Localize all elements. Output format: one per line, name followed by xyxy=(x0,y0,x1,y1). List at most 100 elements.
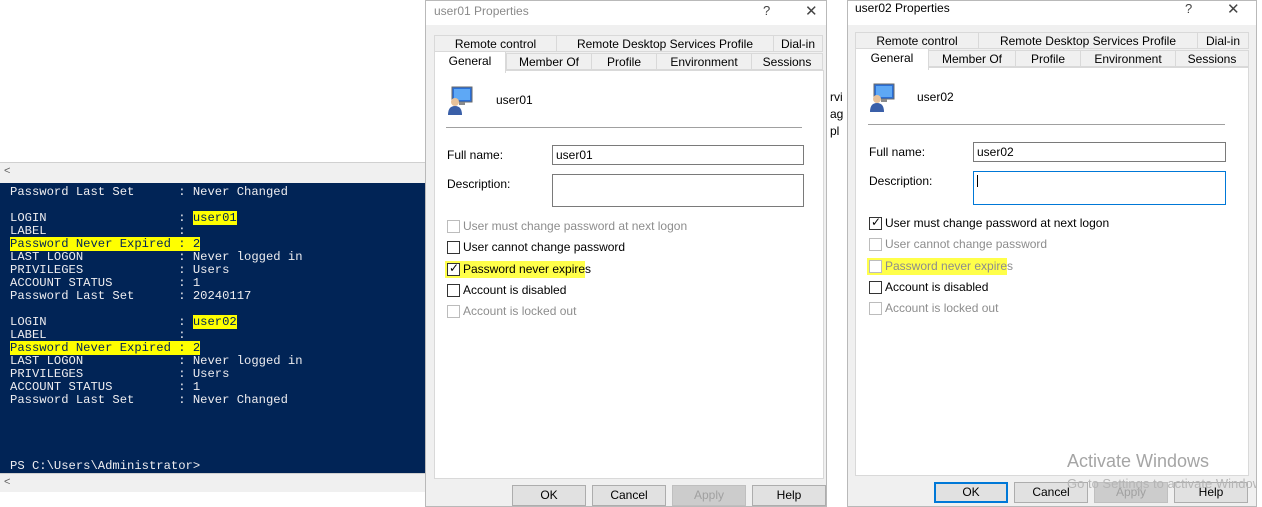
tab-remote-desktop-services-profile[interactable]: Remote Desktop Services Profile xyxy=(978,32,1198,49)
must-change-password-checkbox[interactable]: ✓ xyxy=(869,215,882,230)
tab-profile[interactable]: Profile xyxy=(591,53,657,70)
account-locked-out-label: Account is locked out xyxy=(885,301,999,315)
account-locked-out-checkbox[interactable] xyxy=(869,302,882,315)
text-fragment: pl xyxy=(830,124,840,138)
console-line-text: Password Last Set : Never Changed xyxy=(10,393,288,407)
tab-dial-in[interactable]: Dial-in xyxy=(773,35,823,52)
cannot-change-password-checkbox[interactable] xyxy=(447,241,460,254)
tab-remote-desktop-services-profile[interactable]: Remote Desktop Services Profile xyxy=(556,35,774,52)
separator xyxy=(868,124,1225,125)
tab-member-of[interactable]: Member Of xyxy=(506,53,592,70)
full-name-input[interactable] xyxy=(552,145,804,165)
powershell-console[interactable]: Password Last Set : Never Changed LOGIN :… xyxy=(0,183,425,473)
text-fragment: ag xyxy=(830,107,844,121)
close-icon[interactable]: ✕ xyxy=(1227,0,1240,18)
close-icon[interactable]: ✕ xyxy=(805,2,818,20)
background-horizontal-scrollbar[interactable]: < xyxy=(0,162,425,183)
password-never-expires-checkbox[interactable]: ✓ xyxy=(447,261,460,276)
ok-button[interactable]: OK xyxy=(512,485,586,506)
console-line-text: PRIVILEGES : Users xyxy=(10,367,230,381)
user-icon xyxy=(870,83,895,112)
user02-properties-dialog: user02 Properties ? ✕ Remote control Rem… xyxy=(847,0,1257,507)
console-prompt[interactable]: PS C:\Users\Administrator> xyxy=(10,460,200,473)
cannot-change-password-checkbox[interactable] xyxy=(869,238,882,251)
console-line-text: LAST LOGON : Never logged in xyxy=(10,354,303,368)
user-display-name: user02 xyxy=(917,90,954,104)
checkmark-icon: ✓ xyxy=(449,261,460,275)
tab-environment[interactable]: Environment xyxy=(1080,50,1176,67)
console-line-text: LABEL : xyxy=(10,328,186,342)
dialog-title: user01 Properties xyxy=(434,4,529,18)
console-line-text: LOGIN : xyxy=(10,315,193,329)
tab-general[interactable]: General xyxy=(434,51,506,73)
checkmark-icon: ✓ xyxy=(871,215,882,229)
console-line-text: ACCOUNT STATUS : 1 xyxy=(10,380,201,394)
must-change-password-checkbox[interactable] xyxy=(447,220,460,233)
tab-remote-control[interactable]: Remote control xyxy=(855,32,979,49)
tab-general[interactable]: General xyxy=(855,48,929,70)
separator xyxy=(446,127,802,128)
help-button[interactable]: Help xyxy=(752,485,826,506)
description-input[interactable] xyxy=(973,171,1226,205)
user-display-name: user01 xyxy=(496,93,533,107)
underlying-window-fragment: rvi ag pl xyxy=(826,0,848,507)
cannot-change-password-label: User cannot change password xyxy=(463,240,626,254)
account-disabled-label: Account is disabled xyxy=(885,280,989,294)
account-locked-out-label: Account is locked out xyxy=(463,304,577,318)
scroll-left-icon[interactable]: < xyxy=(4,165,10,177)
dialog-title-bar[interactable]: user02 Properties ? ✕ xyxy=(848,1,1256,25)
account-locked-out-checkbox[interactable] xyxy=(447,305,460,318)
dialog-title-bar[interactable]: user01 Properties ? ✕ xyxy=(426,1,826,25)
activate-windows-watermark: Activate Windows xyxy=(1067,451,1210,471)
activate-windows-subtitle: Go to Settings to activate Windows. xyxy=(1067,476,1257,491)
console-line-text: LAST LOGON : Never logged in xyxy=(10,250,303,264)
description-label: Description: xyxy=(447,177,511,191)
console-line-text: Password Last Set : Never Changed xyxy=(10,185,288,199)
console-line-text: Password Never Expired : 2 xyxy=(10,237,201,251)
tab-sessions[interactable]: Sessions xyxy=(751,53,823,70)
help-icon[interactable]: ? xyxy=(1185,1,1192,16)
tab-sessions[interactable]: Sessions xyxy=(1175,50,1249,67)
console-line-text: Password Never Expired : 2 xyxy=(10,341,201,355)
must-change-password-label: User must change password at next logon xyxy=(885,216,1110,230)
screen-edge xyxy=(1257,0,1262,507)
password-never-expires-label: Password never expires xyxy=(463,262,592,276)
full-name-label: Full name: xyxy=(447,148,504,162)
account-disabled-checkbox[interactable] xyxy=(447,284,460,297)
tab-member-of[interactable]: Member Of xyxy=(928,50,1016,67)
console-bottom-area xyxy=(0,492,425,507)
console-line-text: Password Last Set : 20240117 xyxy=(10,289,252,303)
tab-profile[interactable]: Profile xyxy=(1015,50,1081,67)
text-fragment: rvi xyxy=(830,90,843,104)
cancel-button[interactable]: Cancel xyxy=(592,485,666,506)
full-name-input[interactable] xyxy=(973,142,1226,162)
user01-properties-dialog: user01 Properties ? ✕ Remote control Rem… xyxy=(425,0,827,507)
console-line: Password Last Set : Never Changed xyxy=(10,394,288,407)
console-line-text: PRIVILEGES : Users xyxy=(10,263,230,277)
user-icon xyxy=(448,86,473,115)
tab-dial-in[interactable]: Dial-in xyxy=(1197,32,1249,49)
password-never-expires-label: Password never expires xyxy=(885,259,1014,273)
description-label: Description: xyxy=(869,174,933,188)
cannot-change-password-label: User cannot change password xyxy=(885,237,1048,251)
console-horizontal-scrollbar[interactable]: < xyxy=(0,473,425,493)
console-line-text: ACCOUNT STATUS : 1 xyxy=(10,276,201,290)
dialog-title: user02 Properties xyxy=(855,1,950,15)
tab-environment[interactable]: Environment xyxy=(656,53,752,70)
text-caret xyxy=(977,175,978,187)
console-line: Password Last Set : 20240117 xyxy=(10,290,251,303)
console-line-value: user01 xyxy=(192,211,237,225)
apply-button: Apply xyxy=(672,485,746,506)
account-disabled-checkbox[interactable] xyxy=(869,281,882,294)
password-never-expires-checkbox[interactable] xyxy=(869,260,882,273)
background-window xyxy=(0,0,425,165)
scroll-left-icon[interactable]: < xyxy=(4,476,10,488)
help-icon[interactable]: ? xyxy=(763,3,770,18)
console-line-text: LOGIN : xyxy=(10,211,193,225)
description-input[interactable] xyxy=(552,174,804,207)
console-line-value: user02 xyxy=(192,315,237,329)
tab-remote-control[interactable]: Remote control xyxy=(434,35,557,52)
must-change-password-label: User must change password at next logon xyxy=(463,219,688,233)
console-line-text: LABEL : xyxy=(10,224,186,238)
ok-button[interactable]: OK xyxy=(934,482,1008,503)
